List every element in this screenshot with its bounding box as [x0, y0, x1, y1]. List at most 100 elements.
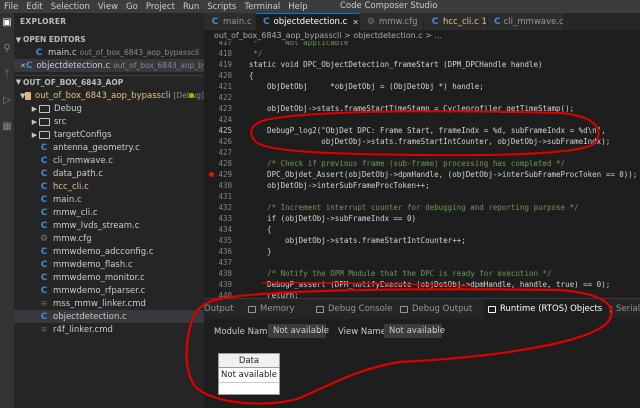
tab-debug-output[interactable]: Debug Output	[400, 299, 484, 319]
c-file-icon: C	[40, 259, 48, 270]
c-file-icon: C	[40, 194, 48, 205]
tab-runtime-rtos-objects[interactable]: Runtime (RTOS) Objects	[484, 299, 608, 319]
menu-go[interactable]: Go	[122, 2, 142, 12]
line-number: 422	[218, 93, 232, 102]
tab-hcc-cli-c[interactable]: C hcc_cli.c 1	[424, 13, 488, 30]
code-line[interactable]: static void DPC_ObjectDetection_frameSta…	[249, 59, 543, 70]
c-file-icon: C	[262, 17, 270, 27]
tree-folder[interactable]: ▶ targetConfigs	[14, 128, 204, 141]
menu-run[interactable]: Run	[179, 2, 203, 12]
module-name-select[interactable]: Not available ⌄	[268, 324, 329, 338]
menu-terminal[interactable]: Terminal	[240, 2, 284, 12]
tree-file[interactable]: Cobjectdetection.c	[14, 310, 204, 323]
rtos-data-table: Data Not available	[218, 353, 280, 395]
source-control-icon[interactable]: ᛉ	[1, 69, 13, 81]
tree-file[interactable]: Cdata_path.c	[14, 167, 204, 180]
folder-icon	[25, 91, 32, 100]
code-line[interactable]: /* Increment interrupt counter for debug…	[249, 202, 579, 213]
workspace-header[interactable]: ▼ OUT_OF_BOX_6843_AOP	[14, 75, 204, 88]
code-line[interactable]: DebugP_log2("ObjDet DPC: Frame Start, fr…	[249, 125, 606, 136]
code-line[interactable]: * Not applicable	[249, 41, 349, 48]
line-number: 430	[218, 181, 232, 190]
menu-help[interactable]: Help	[284, 2, 311, 12]
tree-file[interactable]: Cmmwdemo_monitor.c	[14, 271, 204, 284]
tree-file[interactable]: ≡ r4f_linker.cmd	[14, 323, 204, 336]
table-cell[interactable]: Not available	[219, 368, 279, 382]
line-number: 433	[218, 214, 232, 223]
chevron-right-icon: ▶	[31, 104, 38, 113]
chevron-down-icon: ▼	[15, 35, 22, 44]
breakpoint-icon[interactable]	[209, 172, 214, 177]
tab-cli-mmwave-c[interactable]: C cli_mmwave.c	[488, 13, 564, 30]
line-number: 421	[218, 82, 232, 91]
tab-objectdetection-c[interactable]: C objectdetection.c ✕	[256, 13, 360, 30]
code-line[interactable]: objDetObj->stats.frameStartTimeStamp = C…	[249, 103, 574, 114]
code-line[interactable]: if (objDetObj->subFrameIndx == 0)	[249, 213, 416, 224]
tab-main-c[interactable]: C main.c	[204, 13, 256, 30]
memory-icon	[248, 305, 256, 313]
menu-scripts[interactable]: Scripts	[203, 2, 240, 12]
tree-file[interactable]: Ccli_mmwave.c	[14, 154, 204, 167]
code-line[interactable]: {	[249, 224, 272, 235]
menu-edit[interactable]: Edit	[22, 2, 46, 12]
breadcrumb[interactable]: out_of_box_6843_aop_bypasscli > objectde…	[204, 30, 640, 41]
tree-file[interactable]: Cmmwdemo_adcconfig.c	[14, 245, 204, 258]
line-number: 425	[218, 126, 232, 135]
code-line[interactable]: return;	[249, 290, 299, 298]
chevron-down-icon: ⌄	[432, 327, 438, 335]
code-editor[interactable]: 417 * Not applicable 418 */ 419 static void…	[204, 41, 640, 298]
linker-file-icon: ≡	[40, 298, 48, 308]
tree-folder[interactable]: ▶ src	[14, 115, 204, 128]
code-line[interactable]: {	[249, 70, 254, 81]
tab-serial-console[interactable]: Serial Con	[610, 299, 640, 319]
serial-icon	[610, 305, 612, 313]
open-editor-item-active[interactable]: ✕ C objectdetection.c out_of_box_6843_ao…	[14, 59, 204, 72]
tree-file[interactable]: Cmmw_lvds_stream.c	[14, 219, 204, 232]
menu-file[interactable]: File	[0, 2, 22, 12]
line-number: 424	[218, 115, 232, 124]
tab-debug-console[interactable]: Debug Console	[316, 299, 404, 319]
code-line[interactable]: */	[249, 48, 263, 59]
tab-mmw-cfg[interactable]: ⚙ mmw.cfg	[360, 13, 424, 30]
tree-file[interactable]: ⚙ mmw.cfg	[14, 232, 204, 245]
tree-file[interactable]: ≡ mss_mmw_linker.cmd	[14, 297, 204, 310]
search-icon[interactable]: ⚲	[1, 43, 13, 55]
open-editor-item[interactable]: C main.c out_of_box_6843_aop_bypasscli	[14, 46, 204, 59]
code-line[interactable]: DPC_Objdet_Assert(objDetObj->dpmHandle, …	[249, 169, 637, 180]
tree-file[interactable]: Cmmw_cli.c	[14, 206, 204, 219]
line-number: 423	[218, 104, 232, 113]
rtos-objects-icon	[488, 305, 496, 313]
code-line[interactable]: }	[249, 246, 272, 257]
code-line[interactable]: /* Notify the DPM Module that the DPC is…	[249, 268, 551, 279]
module-name-label: Module Name	[214, 327, 273, 337]
code-line[interactable]: objDetObj->stats.frameStartIntCounter, o…	[249, 136, 610, 147]
view-name-label: View Name	[338, 327, 386, 337]
tree-file[interactable]: Cantenna_geometry.c	[14, 141, 204, 154]
code-line[interactable]: DebugP_assert (DPM_notifyExecute (objDet…	[249, 279, 610, 290]
tree-file[interactable]: Chcc_cli.c	[14, 180, 204, 193]
files-icon[interactable]: ▣	[1, 17, 13, 29]
tree-folder[interactable]: ▶ Debug	[14, 102, 204, 115]
tree-file[interactable]: Cmain.c	[14, 193, 204, 206]
menu-selection[interactable]: Selection	[47, 2, 94, 12]
tab-memory[interactable]: Memory	[248, 299, 308, 319]
tree-file[interactable]: Cmmwdemo_flash.c	[14, 258, 204, 271]
code-line[interactable]: objDetObj->stats.frameStartIntCounter++;	[249, 235, 466, 246]
extensions-icon[interactable]: ▦	[1, 121, 13, 133]
code-line[interactable]: objDetObj->interSubFrameProcToken++;	[249, 180, 430, 191]
open-editors-header[interactable]: ▼ OPEN EDITORS	[14, 33, 204, 46]
code-line[interactable]: /* Check if previous frame (sub-frame) p…	[249, 158, 565, 169]
project-root[interactable]: ▼ out_of_box_6843_aop_bypasscli [Debug]	[14, 89, 204, 102]
menu-project[interactable]: Project	[142, 2, 179, 12]
tab-output[interactable]: Output	[204, 299, 244, 319]
view-name-select[interactable]: Not available ⌄	[384, 324, 445, 338]
close-icon[interactable]: ✕	[352, 18, 359, 27]
tree-file[interactable]: Cmmwdemo_rfparser.c	[14, 284, 204, 297]
chevron-down-icon: ▼	[15, 78, 22, 86]
c-file-icon: C	[40, 142, 48, 153]
menu-view[interactable]: View	[94, 2, 122, 12]
c-file-icon: C	[211, 16, 219, 27]
code-line[interactable]: ObjDetObj *objDetObj = (ObjDetObj *) han…	[249, 81, 484, 92]
activity-bar: ▣ ⚲ ᛉ ▷ ▦	[0, 13, 14, 408]
debug-icon[interactable]: ▷	[1, 95, 13, 107]
